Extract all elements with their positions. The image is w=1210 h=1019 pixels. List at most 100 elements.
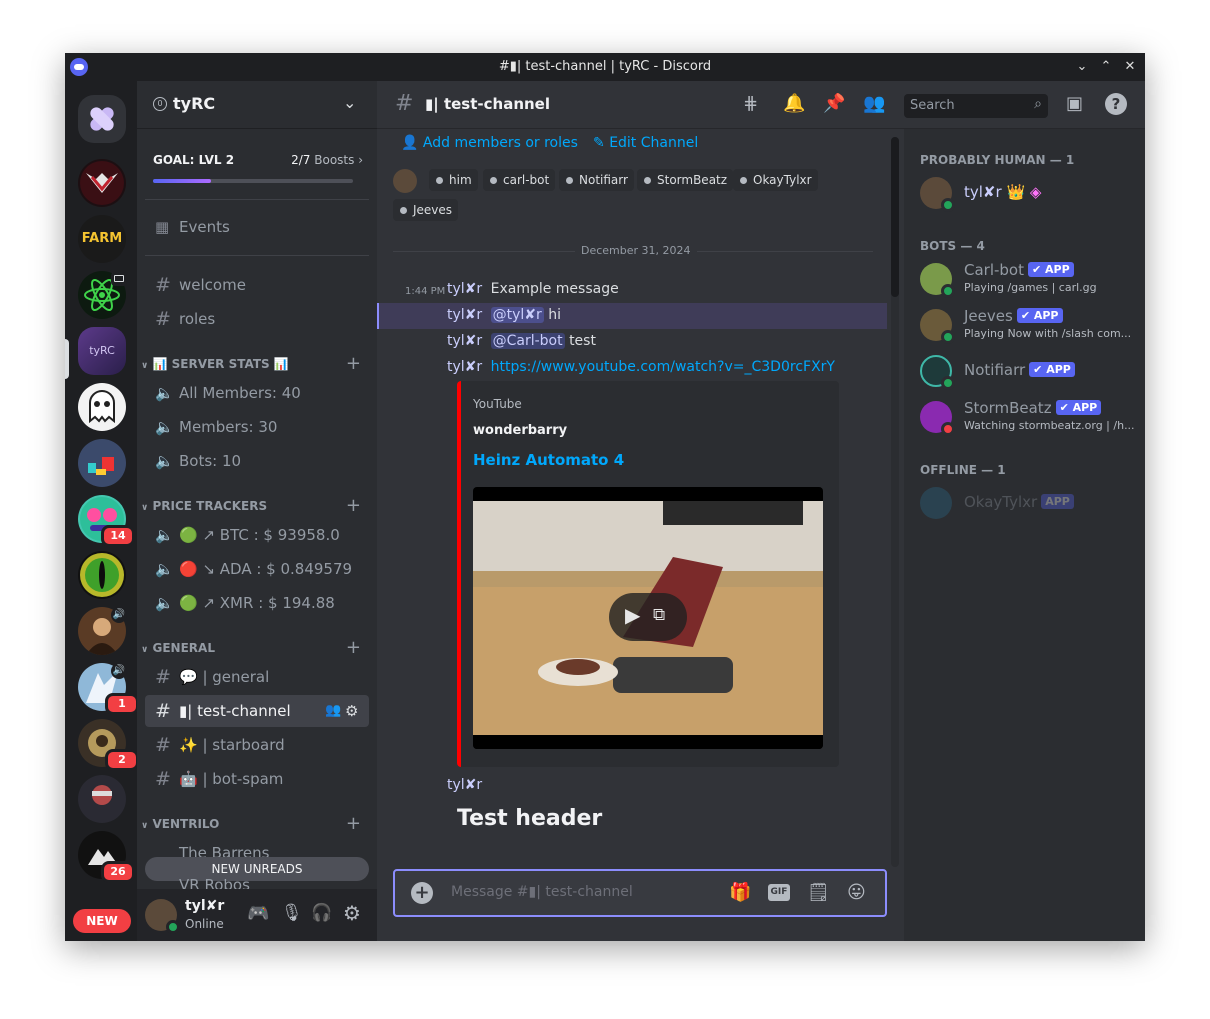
inbox-icon[interactable]: ▣ [1066,93,1083,114]
attach-plus-icon[interactable]: + [411,882,433,904]
play-button[interactable]: ▶ ⧉ [609,593,687,641]
headphones-icon[interactable]: 🎧 [311,903,332,923]
server-icon-redwing[interactable] [78,159,126,207]
sticker-icon[interactable]: 🗒 [807,882,830,903]
role-tag[interactable]: carl-bot [483,169,556,191]
edit-channel-link[interactable]: ✎ Edit Channel [593,135,698,151]
voice-channel-stat[interactable]: 🔈 All Members: 40 [145,377,369,409]
events-item[interactable]: ▦ Events [145,211,369,243]
category-server-stats[interactable]: ∨ 📊 SERVER STATS 📊 + [141,354,371,374]
embed-author[interactable]: wonderbarry [473,423,567,438]
new-unreads-pill[interactable]: NEW [73,909,131,933]
speaker-lock-icon: 🔈 [155,526,174,544]
gift-icon[interactable]: 🎁 [729,882,751,903]
message[interactable]: tyl✘r https://www.youtube.com/watch?v=_C… [447,359,835,375]
member-list: PROBABLY HUMAN — 1 tyl✘r 👑 ◈ BOTS — 4 Ca… [904,129,1145,941]
add-channel-icon[interactable]: + [346,638,361,658]
category-general[interactable]: ∨ GENERAL + [141,638,371,658]
role-tag[interactable]: StormBeatz [637,169,734,191]
member-item[interactable]: Carl-bot ✔ APP Playing /games | carl.gg [912,257,1137,301]
message[interactable]: tyl✘r Example message [447,281,619,297]
message-link[interactable]: https://www.youtube.com/watch?v=_C3D0rcF… [491,359,835,375]
close-icon[interactable]: ✕ [1120,57,1140,77]
add-channel-icon[interactable]: + [346,814,361,834]
voice-channel-stat[interactable]: 🔈 Bots: 10 [145,445,369,477]
guild-header[interactable]: 0 tyRC ⌄ [137,81,377,129]
member-item[interactable]: StormBeatz ✔ APP Watching stormbeatz.org … [912,395,1137,439]
channel-starboard[interactable]: # ✨ | starboard [145,729,369,761]
member-activity: Playing /games | carl.gg [964,281,1097,294]
search-input[interactable]: Search ⌕ [904,94,1048,118]
server-icon-farm[interactable]: FARM [78,215,126,263]
server-icon-pixel[interactable] [78,439,126,487]
mention[interactable]: @tyl✘r [490,307,544,323]
voice-channel-tracker[interactable]: 🔈 🟢 ↗ XMR : $ 194.88 [145,587,369,619]
boost-gem-icon: ◈ [1029,183,1042,201]
channel-test-channel[interactable]: # ▮| test-channel 👥 ⚙ [145,695,369,727]
member-item[interactable]: Jeeves ✔ APP Playing Now with /slash com.… [912,303,1137,347]
voice-channel-barrens[interactable]: The Barrens [145,837,369,857]
home-button[interactable] [78,95,126,143]
category-price-trackers[interactable]: ∨ PRICE TRACKERS + [141,496,371,516]
user-settings-gear-icon[interactable]: ⚙ [343,901,361,925]
message-composer[interactable]: + Message #▮| test-channel 🎁 GIF 🗒 😛 [393,869,887,917]
message[interactable]: tyl✘r @tyl✘r hi [447,307,561,323]
member-item[interactable]: Notifiarr ✔ APP [912,349,1137,393]
message[interactable]: tyl✘r [447,777,482,793]
role-tag[interactable]: OkayTylxr [733,169,818,191]
server-icon-ghost[interactable] [78,383,126,431]
minimize-icon[interactable]: ⌄ [1072,57,1092,77]
video-thumbnail[interactable]: ▶ ⧉ [473,487,823,749]
bell-icon[interactable]: 🔔 [783,93,805,114]
server-icon-tyrc[interactable]: tyRC [78,327,126,375]
gamepad-icon[interactable]: 🎮 [247,903,269,924]
channel-bot-spam[interactable]: # 🤖 | bot-spam [145,763,369,795]
message-author[interactable]: tyl✘r [447,359,482,375]
scrollbar[interactable] [891,137,899,867]
voice-channel-tracker[interactable]: 🔈 🟢 ↗ BTC : $ 93958.0 [145,519,369,551]
channel-welcome[interactable]: # welcome [145,269,369,301]
role-tag[interactable]: Jeeves [393,199,459,221]
emoji-icon[interactable]: 😛 [847,882,866,903]
embed-title[interactable]: Heinz Automato 4 [473,451,624,469]
channel-general[interactable]: # 💬 | general [145,661,369,693]
boost-goal[interactable]: GOAL: LVL 2 2/7 Boosts › [153,153,363,185]
microphone-icon[interactable]: 🎙 [281,903,303,923]
channel-label: welcome [179,276,246,294]
voice-channel-stat[interactable]: 🔈 Members: 30 [145,411,369,443]
message-author[interactable]: tyl✘r [447,281,482,297]
help-icon[interactable]: ? [1105,93,1127,115]
gif-icon[interactable]: GIF [768,884,790,901]
role-tag[interactable]: him [429,169,478,191]
message-author[interactable]: tyl✘r [447,333,482,349]
message[interactable]: tyl✘r @Carl-bot test [447,333,596,349]
channel-label: ✨ | starboard [179,736,285,754]
maximize-icon[interactable]: ⌃ [1096,57,1116,77]
member-item[interactable]: OkayTylxr APP [912,481,1137,525]
add-members-link[interactable]: 👤 Add members or roles [401,135,578,151]
add-member-icon[interactable]: 👥 [325,695,341,727]
avatar[interactable] [393,169,417,193]
scrollbar-thumb[interactable] [891,137,899,297]
server-icon-red[interactable] [78,775,126,823]
category-ventrilo[interactable]: ∨ VENTRILO + [141,814,371,834]
voice-channel-robos[interactable]: VR Robos [145,879,369,889]
message-input[interactable]: Message #▮| test-channel [451,884,633,900]
member-list-icon[interactable]: 👥 [863,93,885,114]
role-tag[interactable]: Notifiarr [559,169,634,191]
add-channel-icon[interactable]: + [346,354,361,374]
gear-icon[interactable]: ⚙ [345,695,358,727]
voice-channel-tracker[interactable]: 🔈 🔴 ↘ ADA : $ 0.849579 [145,553,369,585]
add-channel-icon[interactable]: + [346,496,361,516]
mention[interactable]: @Carl-bot [490,333,565,349]
message-author[interactable]: tyl✘r [447,777,482,793]
chevron-down-icon: ⌄ [343,93,357,112]
pin-icon[interactable]: 📌 [823,93,845,114]
new-unreads-bar[interactable]: NEW UNREADS [145,857,369,881]
threads-icon[interactable]: ⋕ [743,93,758,114]
embed-provider[interactable]: YouTube [473,397,522,411]
channel-roles[interactable]: # roles [145,303,369,335]
member-item[interactable]: tyl✘r 👑 ◈ [912,171,1137,215]
message-author[interactable]: tyl✘r [447,307,482,323]
server-icon-eye[interactable] [78,551,126,599]
